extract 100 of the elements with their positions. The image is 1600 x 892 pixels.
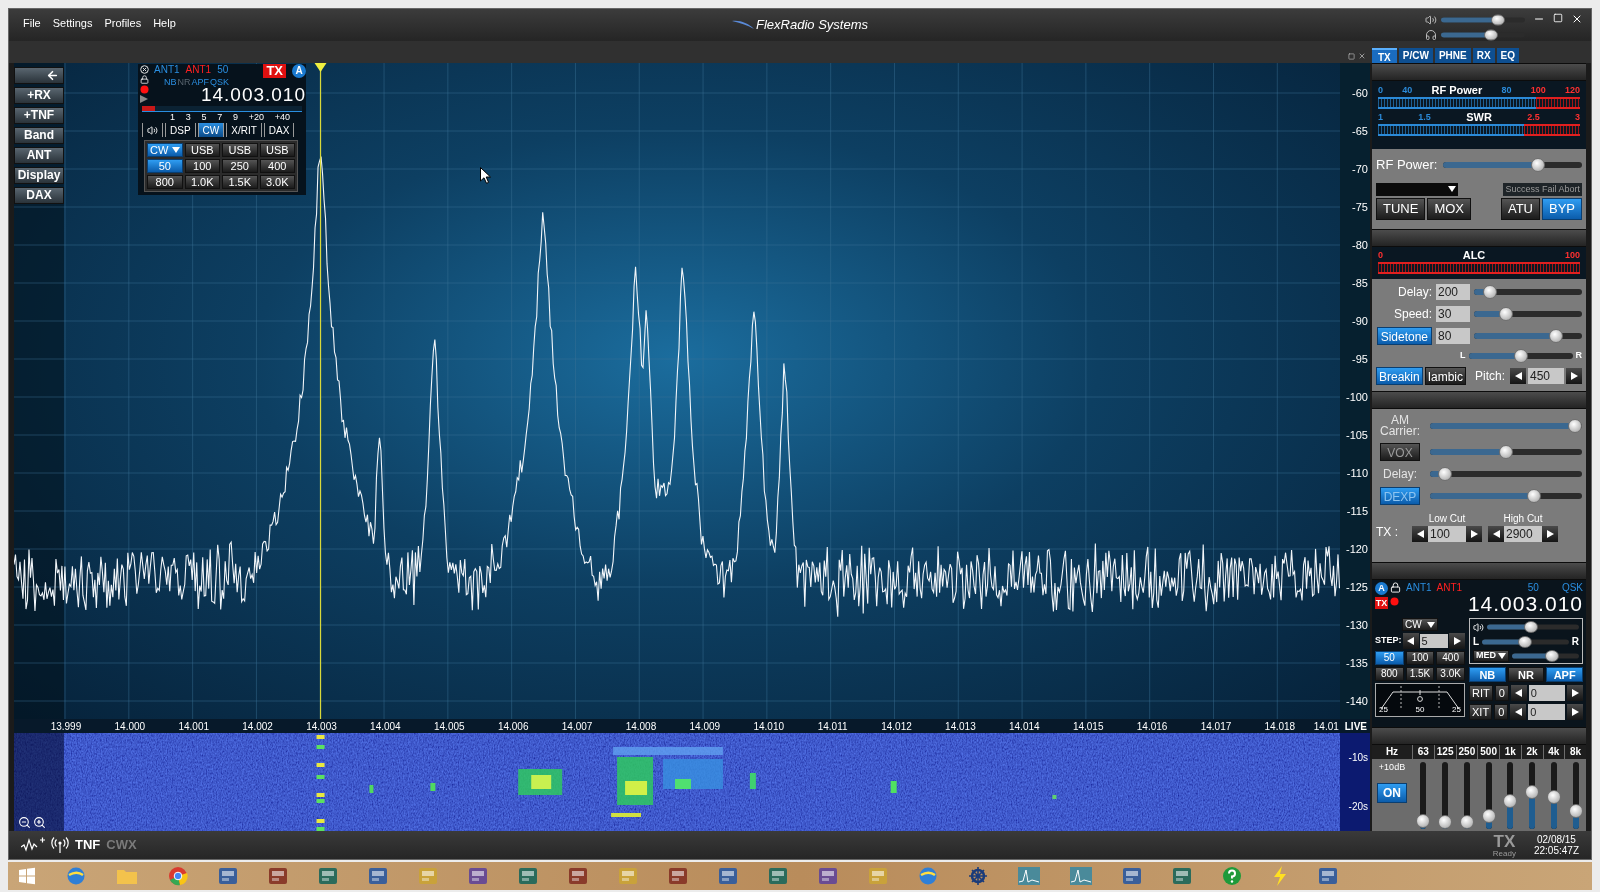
waveform-app-icon[interactable] [1018, 867, 1040, 885]
side-button[interactable]: Band [14, 127, 64, 144]
increment-button[interactable] [1466, 526, 1482, 542]
audio-slider[interactable] [1512, 650, 1579, 662]
eq-slider[interactable] [1525, 762, 1540, 829]
lock-icon[interactable] [139, 75, 149, 84]
filter-button[interactable]: 100 [1405, 651, 1435, 665]
audio-slider[interactable] [1487, 621, 1579, 633]
mode-dropdown[interactable]: CW [147, 143, 183, 157]
globe-icon[interactable] [66, 866, 86, 886]
filter-shape-drawing[interactable]: 25 50 25 [1375, 683, 1465, 717]
eq-slider[interactable] [1459, 762, 1474, 829]
increment-button[interactable] [1567, 704, 1583, 720]
cut-field[interactable]: 100 [1428, 526, 1466, 542]
audio-slider[interactable] [1482, 635, 1569, 648]
toggle-button[interactable]: VOX [1380, 443, 1420, 461]
filter-button[interactable]: 400 [259, 159, 295, 173]
slider-thumb[interactable] [1546, 789, 1561, 804]
app-tile-icon[interactable] [418, 867, 438, 885]
slider-thumb[interactable] [1525, 785, 1540, 800]
panel-tab[interactable]: TX [1372, 48, 1397, 63]
tuning-marker[interactable] [314, 63, 327, 719]
close-icon[interactable] [139, 65, 149, 74]
tnf-toggle[interactable]: TNF [75, 835, 101, 855]
app-tile-icon[interactable] [868, 867, 888, 885]
offset-step-button[interactable]: 0 [1494, 685, 1509, 701]
filter-button[interactable]: 1.0K [184, 175, 220, 189]
value-field[interactable]: 30 [1436, 306, 1470, 322]
speaker-icon[interactable] [1473, 621, 1484, 633]
tx-button[interactable]: TUNE [1376, 198, 1426, 220]
dsp-button[interactable]: NB [1469, 667, 1506, 682]
eq-slider[interactable] [1416, 762, 1431, 829]
browser-icon[interactable] [168, 866, 188, 886]
lock-icon[interactable] [1390, 582, 1401, 593]
control-slider[interactable] [1474, 285, 1582, 299]
slider-thumb[interactable] [1499, 307, 1514, 321]
globe-icon[interactable] [918, 866, 938, 886]
slider-thumb[interactable] [1530, 157, 1545, 172]
slider-thumb[interactable] [1549, 329, 1564, 343]
app-tile-icon[interactable] [568, 867, 588, 885]
tx-antenna-label[interactable]: ANT1 [185, 64, 212, 75]
filter-button[interactable]: 50 [147, 159, 183, 173]
slider-thumb[interactable] [1513, 349, 1528, 363]
side-button[interactable]: +TNF [14, 107, 64, 124]
rx-antenna-label[interactable]: ANT1 [154, 64, 180, 75]
filter-button[interactable]: 800 [147, 175, 183, 189]
decrement-button[interactable] [1402, 633, 1419, 649]
waveform-plus-icon[interactable] [21, 837, 45, 853]
mode-button[interactable]: USB [184, 143, 220, 157]
slider-thumb[interactable] [1518, 635, 1533, 648]
slider-thumb[interactable] [1503, 793, 1518, 808]
app-tile-icon[interactable] [1172, 867, 1192, 885]
side-button[interactable]: DAX [14, 187, 64, 204]
slice-letter-badge[interactable]: A [1375, 582, 1388, 595]
slider-thumb[interactable] [1568, 419, 1582, 433]
slider-thumb[interactable] [1524, 621, 1539, 633]
offset-field[interactable]: 0 [1528, 685, 1565, 701]
filter-button[interactable]: 1.5K [1405, 667, 1435, 681]
increment-button[interactable] [1567, 685, 1583, 701]
panel-tab[interactable]: P/CW [1398, 48, 1433, 63]
volume-slider[interactable] [1441, 14, 1525, 26]
slice-tab[interactable]: DSP [165, 123, 196, 137]
decrement-button[interactable] [1510, 685, 1527, 701]
slider-thumb[interactable] [1526, 489, 1541, 503]
filter-button[interactable]: 400 [1436, 651, 1465, 665]
app-tile-icon[interactable] [1122, 867, 1142, 885]
control-slider[interactable] [1430, 489, 1582, 503]
tx-button[interactable]: ATU [1500, 198, 1540, 220]
eq-power-button[interactable]: ON [1377, 782, 1407, 803]
offset-toggle-button[interactable]: RIT [1469, 685, 1493, 701]
eq-slider[interactable] [1438, 762, 1453, 829]
filter-button[interactable]: 250 [222, 159, 258, 173]
tx-badge[interactable]: TX [263, 64, 286, 78]
dsp-button[interactable]: NR [1507, 667, 1545, 682]
eq-slider[interactable] [1481, 762, 1496, 829]
spectrum-display[interactable]: +RX +TNF Band ANT Display DAX ANT1 ANT1 50 TX A NB NRAPFQSK 14.003.010 1 3 5 7 9 +20 +40 DSP CW X/RIT DAX CW USB USB USB 50 100 250 400 800 1.0K 1.5K 3.0K [14, 63, 1340, 719]
collapse-button[interactable] [14, 67, 64, 84]
mode-dropdown[interactable]: CW [1402, 618, 1438, 631]
app-tile-icon[interactable] [818, 867, 838, 885]
agc-dropdown[interactable]: MED [1473, 650, 1509, 662]
slider-thumb[interactable] [1568, 804, 1583, 819]
rx-antenna-label[interactable]: ANT1 [1406, 582, 1432, 593]
step-field[interactable]: 5 [1419, 634, 1448, 648]
slider-thumb[interactable] [1483, 285, 1498, 299]
filter-button[interactable]: 800 [1375, 667, 1404, 681]
increment-button[interactable] [1449, 633, 1465, 649]
offset-field[interactable]: 0 [1528, 704, 1565, 720]
filter-button[interactable]: 3.0K [1436, 667, 1465, 681]
slider-thumb[interactable] [1416, 813, 1431, 828]
tx-button[interactable]: BYP [1542, 198, 1582, 220]
side-button[interactable]: +RX [14, 87, 64, 104]
control-slider[interactable] [1430, 445, 1582, 459]
slice-tab[interactable]: CW [197, 123, 225, 137]
filter-button[interactable]: 3.0K [259, 175, 295, 189]
live-label[interactable]: LIVE [1344, 718, 1370, 734]
dsp-button[interactable]: APF [1546, 667, 1583, 682]
menu-item[interactable]: File [23, 15, 41, 32]
app-tile-icon[interactable] [318, 867, 338, 885]
dsp-flag[interactable]: APF [191, 78, 210, 87]
control-slider[interactable] [1430, 467, 1582, 481]
